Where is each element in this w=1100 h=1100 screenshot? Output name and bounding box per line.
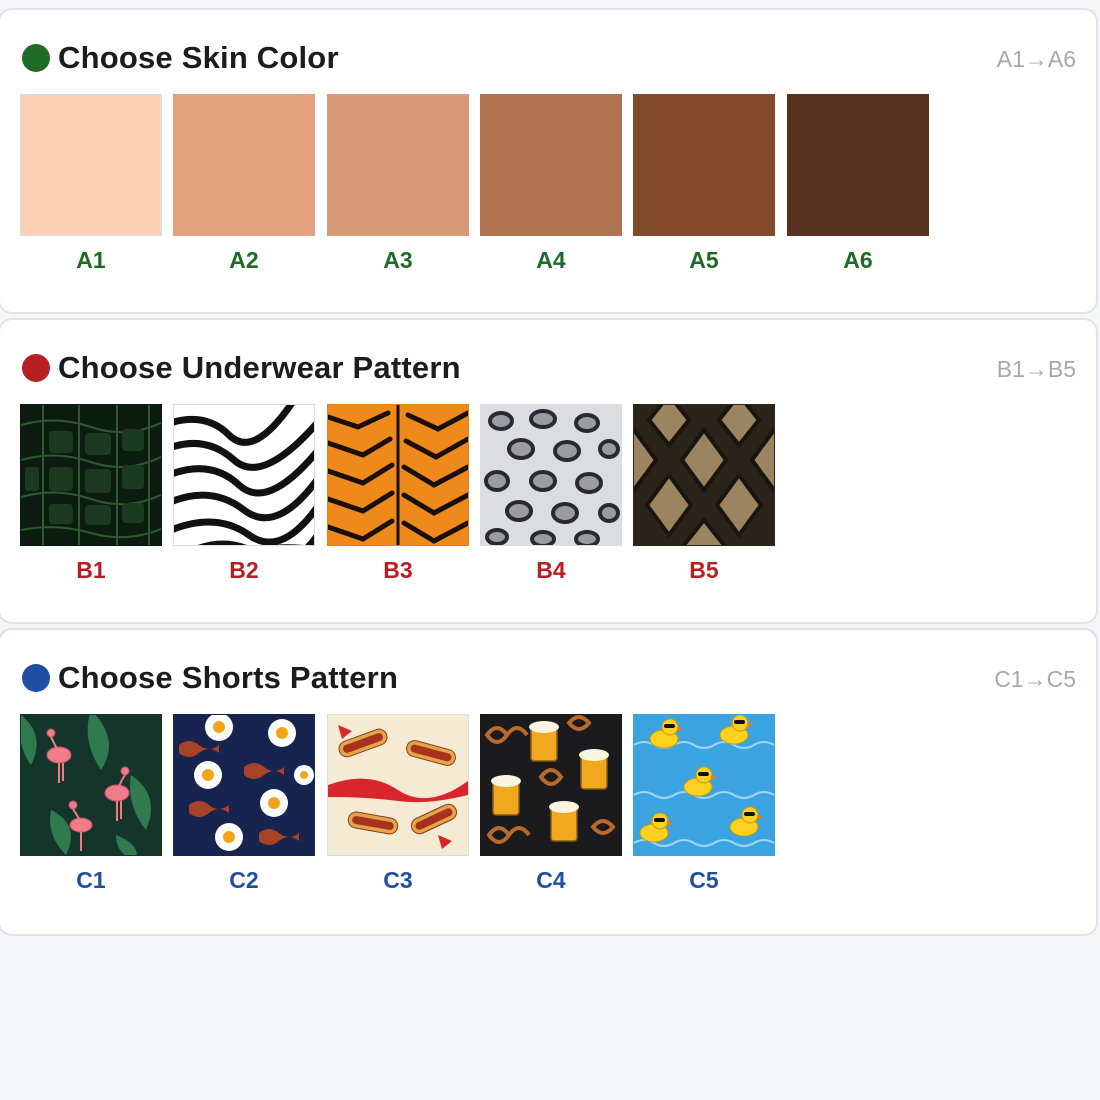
option-code: B4 <box>536 557 566 583</box>
zebra-pattern-image[interactable] <box>173 404 315 546</box>
skin-swatch-a2[interactable] <box>173 94 315 236</box>
skin-option-a4[interactable]: A4 <box>480 94 622 274</box>
option-code: A4 <box>536 247 566 273</box>
option-code: C3 <box>383 867 413 893</box>
underwear-option-b1[interactable]: B1 <box>20 404 162 584</box>
eggs-bacon-pattern-image[interactable] <box>173 714 315 856</box>
option-code: C5 <box>689 867 719 893</box>
crocodile-pattern-image[interactable] <box>20 404 162 546</box>
skin-color-range: A1→A6 <box>996 46 1076 72</box>
shorts-pattern-title: Choose Shorts Pattern <box>58 660 399 695</box>
shorts-pattern-card: Choose Shorts Pattern C1→C5 C1 C2 C3 C4 … <box>0 628 1098 936</box>
skin-swatch-a3[interactable] <box>327 94 469 236</box>
hotdog-pattern-image[interactable] <box>327 714 469 856</box>
option-code: B5 <box>689 557 719 583</box>
option-code: C1 <box>76 867 106 893</box>
skin-swatch-a4[interactable] <box>480 94 622 236</box>
rubber-duck-pattern-image[interactable] <box>633 714 775 856</box>
skin-swatch-a6[interactable] <box>787 94 929 236</box>
skin-option-a2[interactable]: A2 <box>173 94 315 274</box>
underwear-pattern-range: B1→B5 <box>996 356 1076 382</box>
tiger-pattern-image[interactable] <box>327 404 469 546</box>
shorts-option-c4[interactable]: C4 <box>480 714 622 894</box>
option-code: C2 <box>229 867 259 893</box>
skin-option-a6[interactable]: A6 <box>787 94 929 274</box>
shorts-pattern-range: C1→C5 <box>994 666 1076 692</box>
option-code: B2 <box>229 557 259 583</box>
underwear-option-b2[interactable]: B2 <box>173 404 315 584</box>
skin-option-a5[interactable]: A5 <box>633 94 775 274</box>
flamingo-palm-pattern-image[interactable] <box>20 714 162 856</box>
underwear-pattern-card: Choose Underwear Pattern B1→B5 B1 B2 B3 … <box>0 318 1098 624</box>
skin-color-card: Choose Skin Color A1→A6 A1 A2 A3 A4 A5 A… <box>0 8 1098 314</box>
option-code: A3 <box>383 247 413 273</box>
underwear-pattern-header: Choose Underwear Pattern B1→B5 <box>22 350 1076 386</box>
underwear-option-b5[interactable]: B5 <box>633 404 775 584</box>
underwear-pattern-title: Choose Underwear Pattern <box>58 350 461 385</box>
option-code: B1 <box>76 557 106 583</box>
shorts-option-c3[interactable]: C3 <box>327 714 469 894</box>
python-pattern-image[interactable] <box>633 404 775 546</box>
skin-option-a1[interactable]: A1 <box>20 94 162 274</box>
red-dot-icon <box>22 354 50 382</box>
option-code: A2 <box>229 247 259 273</box>
shorts-pattern-header: Choose Shorts Pattern C1→C5 <box>22 660 1076 696</box>
beer-pretzel-pattern-image[interactable] <box>480 714 622 856</box>
underwear-option-b3[interactable]: B3 <box>327 404 469 584</box>
option-code: B3 <box>383 557 413 583</box>
skin-swatch-a5[interactable] <box>633 94 775 236</box>
option-code: C4 <box>536 867 566 893</box>
shorts-option-c1[interactable]: C1 <box>20 714 162 894</box>
skin-option-a3[interactable]: A3 <box>327 94 469 274</box>
green-dot-icon <box>22 44 50 72</box>
underwear-option-b4[interactable]: B4 <box>480 404 622 584</box>
option-code: A5 <box>689 247 719 273</box>
shorts-option-c2[interactable]: C2 <box>173 714 315 894</box>
skin-color-header: Choose Skin Color A1→A6 <box>22 40 1076 76</box>
skin-color-title: Choose Skin Color <box>58 40 339 75</box>
shorts-option-c5[interactable]: C5 <box>633 714 775 894</box>
snow-leopard-pattern-image[interactable] <box>480 404 622 546</box>
blue-dot-icon <box>22 664 50 692</box>
option-code: A1 <box>76 247 106 273</box>
skin-swatch-a1[interactable] <box>20 94 162 236</box>
option-code: A6 <box>843 247 873 273</box>
